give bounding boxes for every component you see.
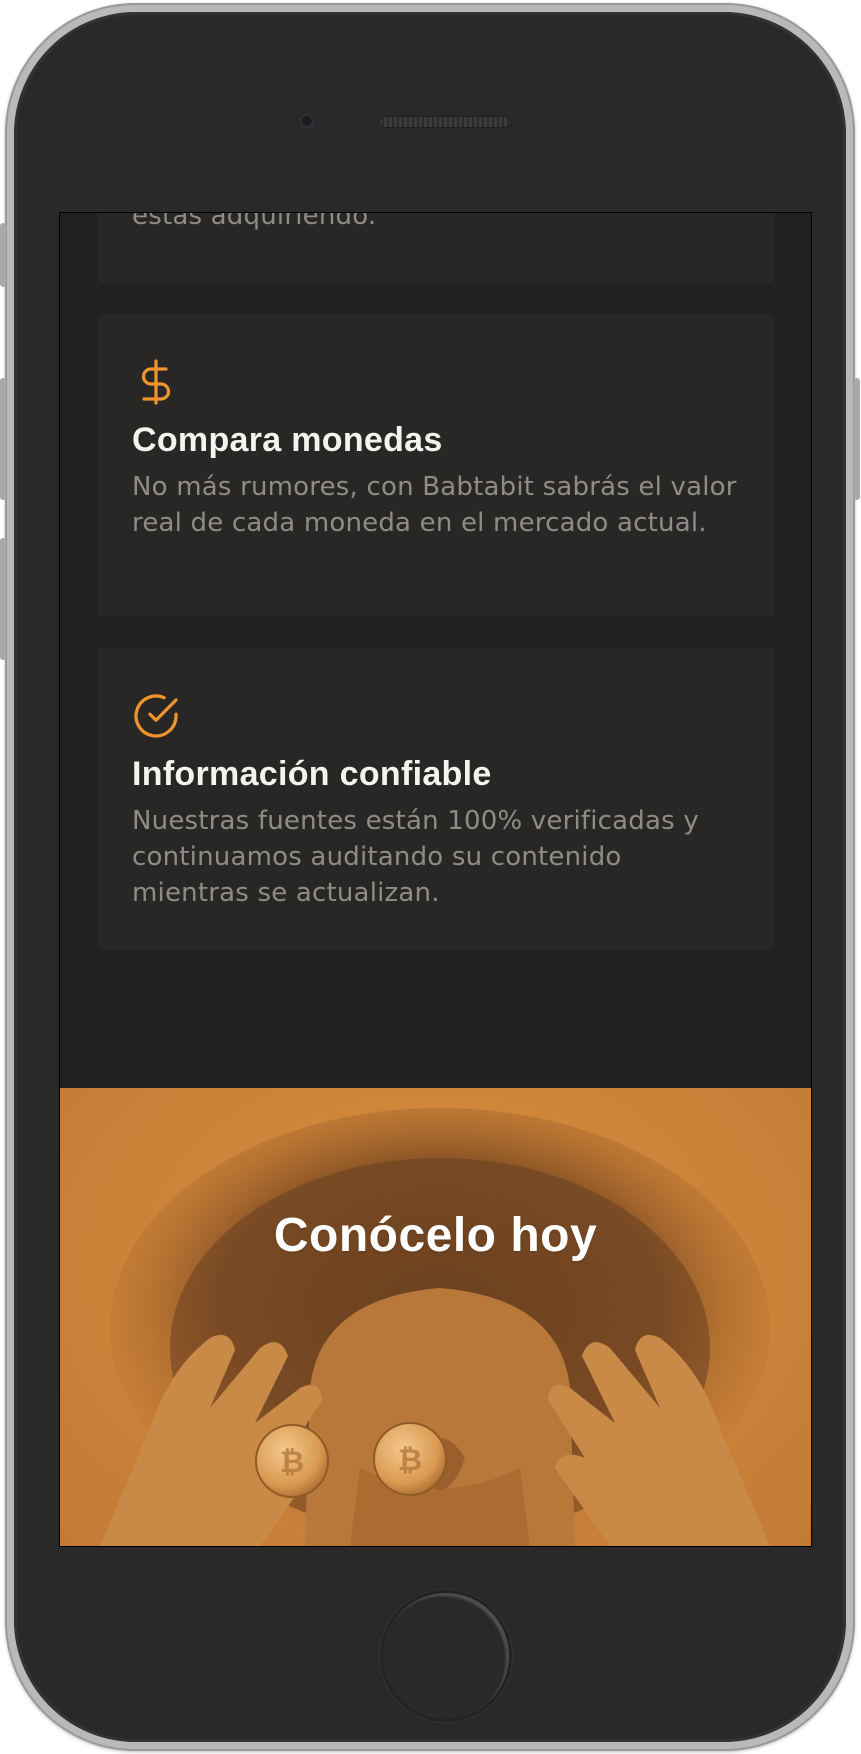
phone-frame: estás adquiriendo. Compara monedas No má… — [0, 3, 860, 1751]
feature-card-compare: Compara monedas No más rumores, con Babt… — [98, 314, 774, 616]
phone-screen: estás adquiriendo. Compara monedas No má… — [59, 212, 812, 1547]
front-camera — [299, 113, 315, 129]
hero-banner: ₿ ₿ Conócelo hoy — [60, 1088, 811, 1546]
earpiece-speaker — [379, 116, 511, 128]
feature-card-text: Nuestras fuentes están 100% verificadas … — [132, 806, 699, 908]
svg-text:₿: ₿ — [280, 1445, 304, 1480]
volume-up-button — [0, 378, 6, 500]
power-button — [854, 378, 860, 500]
feature-card-partial: estás adquiriendo. — [98, 213, 774, 283]
feature-card-text: estás adquiriendo. — [132, 213, 377, 231]
check-circle-icon — [134, 694, 178, 738]
feature-card-text: No más rumores, con Babtabit sabrás el v… — [132, 472, 737, 538]
mute-switch — [0, 223, 6, 287]
dollar-icon — [141, 359, 171, 405]
hero-image: ₿ ₿ — [100, 1108, 770, 1546]
svg-text:₿: ₿ — [398, 1443, 422, 1478]
hero-title: Conócelo hoy — [273, 1209, 598, 1262]
feature-card-title: Compara monedas — [132, 421, 443, 459]
feature-card-reliable: Información confiable Nuestras fuentes e… — [98, 648, 774, 950]
feature-card-title: Información confiable — [132, 755, 492, 793]
home-button[interactable] — [380, 1590, 512, 1722]
volume-down-button — [0, 538, 6, 660]
